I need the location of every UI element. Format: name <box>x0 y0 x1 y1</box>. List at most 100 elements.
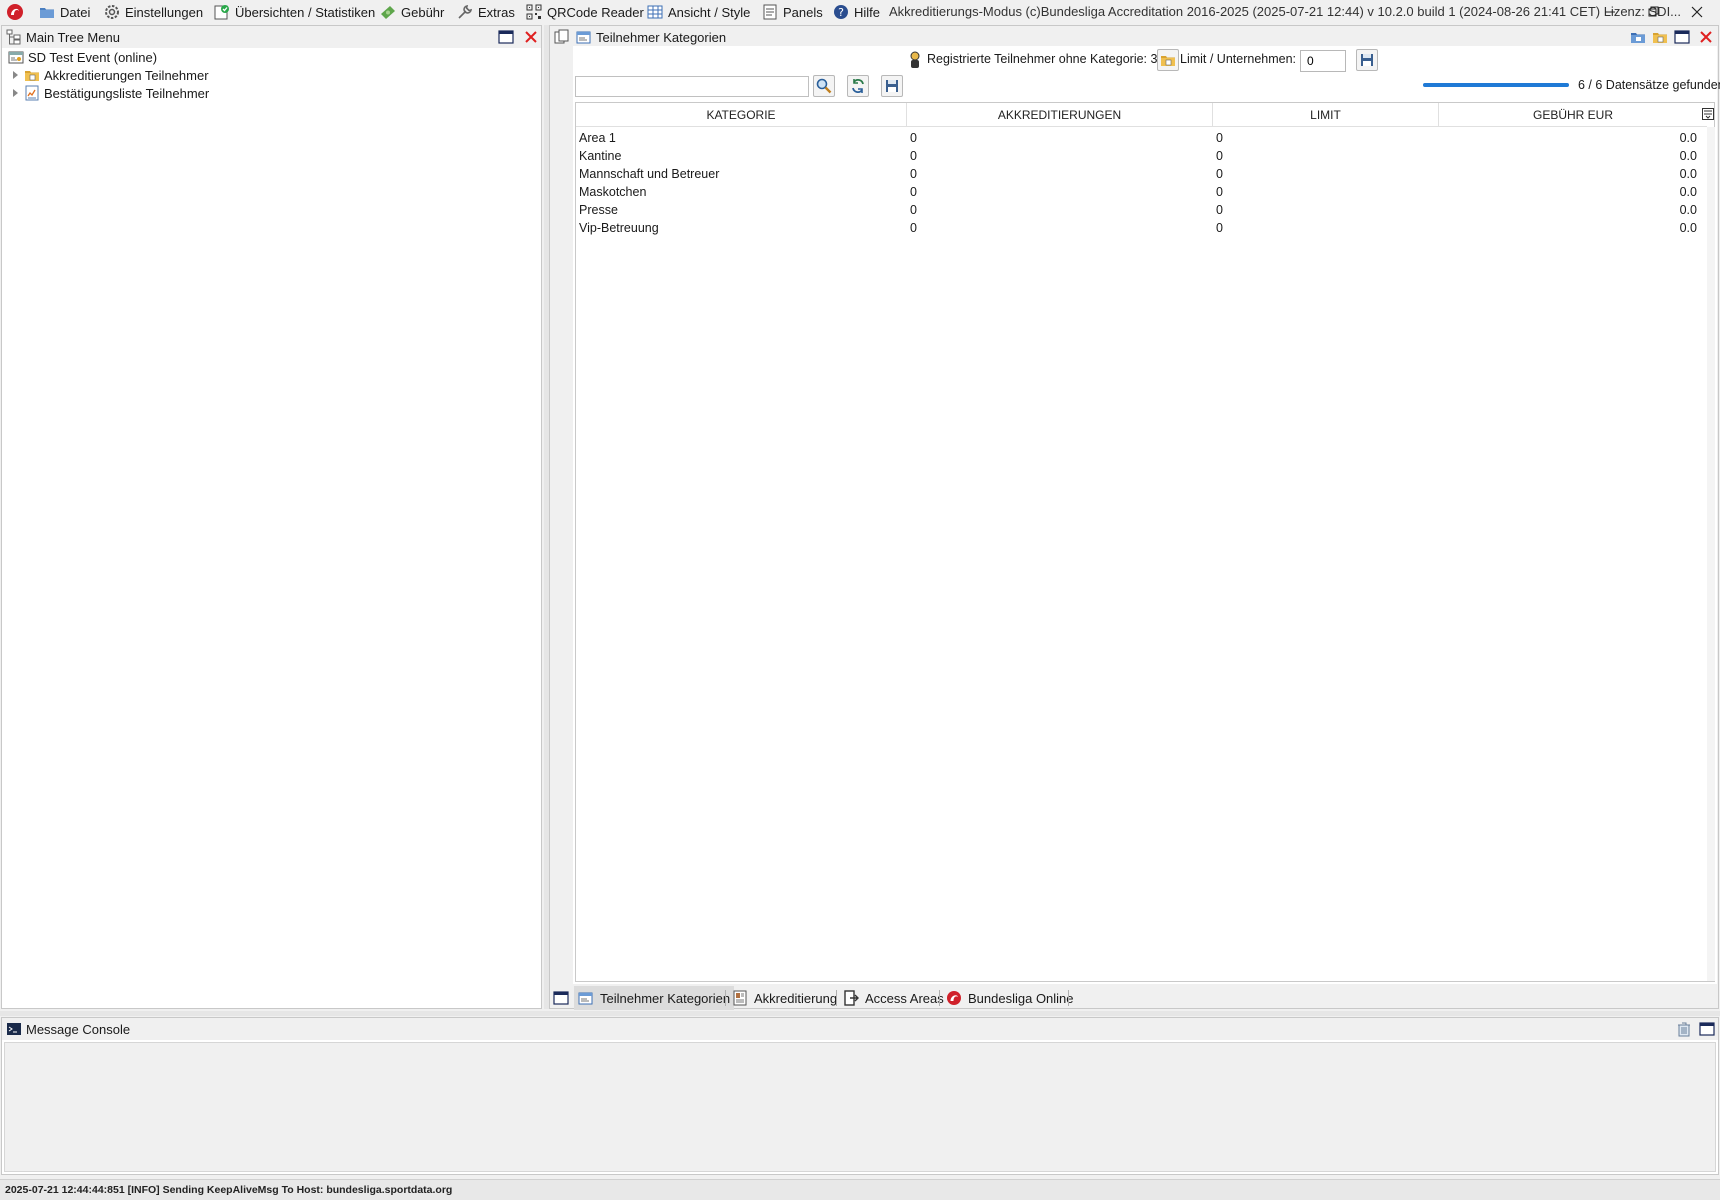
panels-icon <box>762 4 778 20</box>
refresh-button[interactable] <box>847 75 869 97</box>
expand-arrow-icon[interactable] <box>10 70 20 80</box>
menu-label: Gebühr <box>401 4 445 20</box>
dock-toggle-icon[interactable] <box>554 29 570 45</box>
console-maximize-button[interactable] <box>1699 1021 1715 1037</box>
export-folder-button[interactable] <box>1630 29 1646 45</box>
limit-badge-button[interactable] <box>1157 49 1179 71</box>
categories-table: KATEGORIE AKKREDITIERUNGEN LIMIT GEBÜHR … <box>575 102 1715 982</box>
table-row[interactable]: Maskotchen 0 0 0.0 <box>576 183 1714 201</box>
save-button[interactable] <box>881 75 903 97</box>
table-cell: Maskotchen <box>579 185 647 199</box>
table-cell: Presse <box>579 203 618 217</box>
table-row[interactable]: Mannschaft und Betreuer 0 0 0.0 <box>576 165 1714 183</box>
column-header-limit[interactable]: LIMIT <box>1213 103 1439 127</box>
tab-label: Access Areas <box>865 990 944 1006</box>
app-logo-icon <box>6 3 24 21</box>
tab-separator <box>836 990 837 1006</box>
folder-icon <box>39 4 55 20</box>
menu-label: Extras <box>478 4 515 20</box>
table-cell: 0 <box>910 221 917 235</box>
menu-panels[interactable]: Panels <box>762 0 823 24</box>
tab-bundesliga-online[interactable]: Bundesliga Online <box>942 986 1078 1010</box>
table-cell: 0.0 <box>1679 167 1697 181</box>
registered-without-category: Registrierte Teilnehmer ohne Kategorie: … <box>927 52 1165 66</box>
save-icon <box>1361 54 1373 66</box>
table-cell: Vip-Betreuung <box>579 221 659 235</box>
limit-input[interactable] <box>1300 50 1346 72</box>
report-list-icon <box>24 85 40 101</box>
menu-ansicht-style[interactable]: Ansicht / Style <box>647 0 750 24</box>
menu-label: Panels <box>783 4 823 20</box>
tab-akkreditierung[interactable]: Akkreditierung <box>728 986 841 1010</box>
tree-item-akkreditierungen[interactable]: Akkreditierungen Teilnehmer <box>10 66 209 84</box>
tab-label: Teilnehmer Kategorien <box>600 990 731 1006</box>
column-header-gebuehr[interactable]: GEBÜHR EUR <box>1439 103 1707 127</box>
menu-extras[interactable]: Extras <box>457 0 515 24</box>
app-title: Akkreditierungs-Modus (c)Bundesliga Accr… <box>889 4 1682 19</box>
records-found: 6 / 6 Datensätze gefunden <box>1578 78 1720 92</box>
menu-hilfe[interactable]: ? Hilfe <box>833 0 880 24</box>
table-cell: 0 <box>910 131 917 145</box>
progress-fill <box>1423 83 1569 87</box>
save-limit-button[interactable] <box>1356 49 1378 71</box>
main-panel-maximize-button[interactable] <box>1674 29 1690 45</box>
table-row[interactable]: Area 1 0 0 0.0 <box>576 129 1714 147</box>
menu-qrcode-reader[interactable]: QRCode Reader <box>526 0 644 24</box>
maximize-icon <box>1674 30 1690 44</box>
column-chooser-icon[interactable] <box>1702 108 1714 120</box>
tree-item-bestaetigungsliste[interactable]: Bestätigungsliste Teilnehmer <box>10 84 209 102</box>
restore-button[interactable] <box>1634 0 1674 24</box>
search-button[interactable] <box>813 75 835 97</box>
help-icon: ? <box>833 4 849 20</box>
menu-label: Einstellungen <box>125 4 204 20</box>
maximize-icon <box>1699 1022 1715 1036</box>
refresh-icon <box>852 79 864 93</box>
badge-folder-icon <box>24 67 40 83</box>
message-console-panel: Message Console <box>1 1017 1719 1175</box>
tree-root-item[interactable]: SD Test Event (online) <box>8 48 157 66</box>
menu-gebuehr[interactable]: Gebühr <box>380 0 444 24</box>
main-panel-header: Teilnehmer Kategorien <box>550 26 1718 48</box>
close-icon <box>1691 6 1703 18</box>
tab-access-areas[interactable]: Access Areas <box>839 986 948 1010</box>
export-folder-icon <box>1631 33 1645 43</box>
menu-einstellungen[interactable]: Einstellungen <box>104 0 203 24</box>
table-cell: 0.0 <box>1679 185 1697 199</box>
column-header-kategorie[interactable]: KATEGORIE <box>576 103 907 127</box>
bundesliga-logo-icon <box>946 990 962 1006</box>
tree-panel-maximize-button[interactable] <box>498 29 514 45</box>
table-row[interactable]: Kantine 0 0 0.0 <box>576 147 1714 165</box>
horizontal-splitter[interactable] <box>0 1011 1720 1016</box>
menu-label: QRCode Reader <box>547 4 644 20</box>
search-input[interactable] <box>575 76 809 97</box>
close-window-button[interactable] <box>1677 0 1717 24</box>
menu-uebersichten[interactable]: Übersichten / Statistiken <box>214 0 375 24</box>
console-clear-button[interactable] <box>1676 1021 1692 1037</box>
tab-teilnehmer-kategorien[interactable]: Teilnehmer Kategorien <box>574 986 735 1010</box>
expand-arrow-icon[interactable] <box>10 88 20 98</box>
console-output[interactable] <box>4 1042 1716 1172</box>
table-row[interactable]: Vip-Betreuung 0 0 0.0 <box>576 219 1714 237</box>
menu-label: Datei <box>60 4 91 20</box>
table-cell: Mannschaft und Betreuer <box>579 167 720 181</box>
table-cell: 0 <box>910 149 917 163</box>
column-header-akkreditierungen[interactable]: AKKREDITIERUNGEN <box>907 103 1213 127</box>
event-icon <box>8 49 24 65</box>
menu-datei[interactable]: Datei <box>39 0 90 24</box>
limit-label: Limit / Unternehmen: <box>1180 52 1297 66</box>
badge-folder-button[interactable] <box>1652 29 1668 45</box>
close-icon <box>525 31 537 43</box>
terminal-icon <box>6 1021 22 1037</box>
menu-label: Hilfe <box>854 4 881 20</box>
minimize-button[interactable] <box>1590 0 1630 24</box>
table-cell: 0 <box>910 167 917 181</box>
table-row[interactable]: Presse 0 0 0.0 <box>576 201 1714 219</box>
tree-panel-close-button[interactable] <box>523 29 539 45</box>
vertical-scrollbar[interactable] <box>1707 127 1715 981</box>
table-cell: Area 1 <box>579 131 616 145</box>
main-panel-close-button[interactable] <box>1698 29 1714 45</box>
money-icon <box>380 4 396 20</box>
tree-view: SD Test Event (online) Akkreditierungen … <box>2 48 541 1008</box>
dock-window-icon[interactable] <box>553 990 569 1006</box>
menu-label: Ansicht / Style <box>668 4 751 20</box>
